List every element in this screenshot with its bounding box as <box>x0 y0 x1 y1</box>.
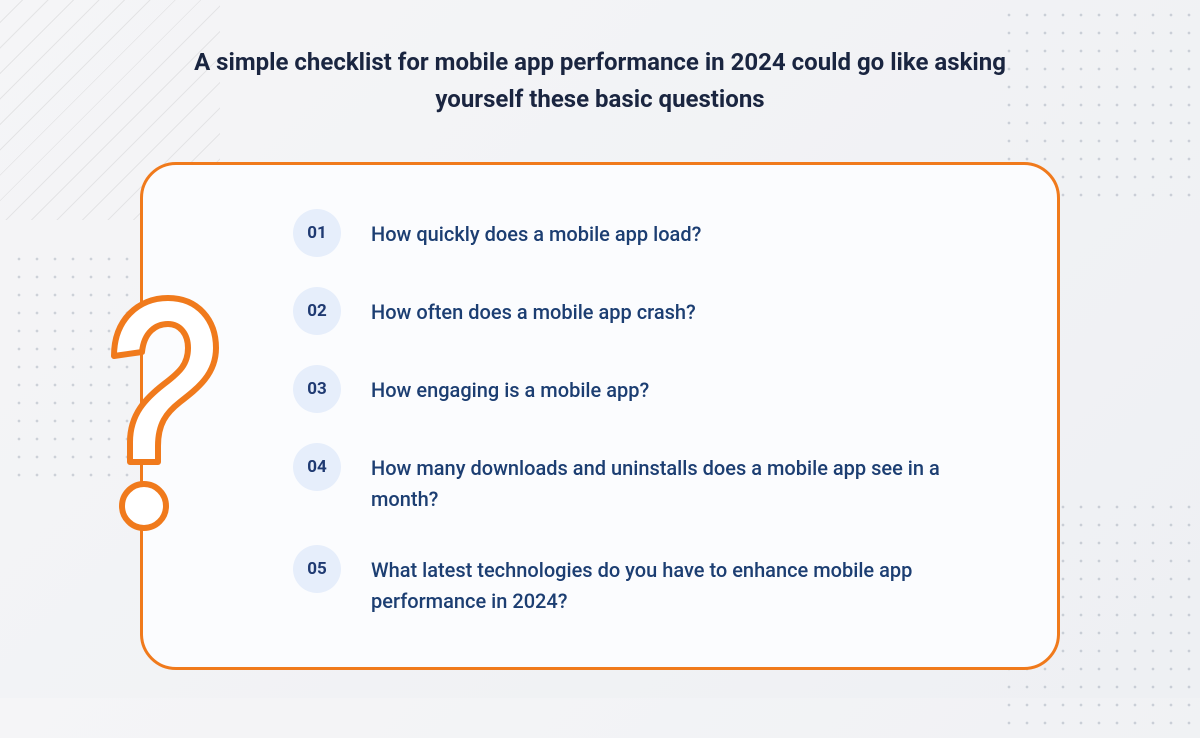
list-item: 03 How engaging is a mobile app? <box>293 371 997 413</box>
item-number-badge: 01 <box>293 209 341 257</box>
list-item: 04 How many downloads and uninstalls doe… <box>293 449 997 515</box>
list-item: 02 How often does a mobile app crash? <box>293 293 997 335</box>
list-item: 05 What latest technologies do you have … <box>293 551 997 617</box>
item-text: How often does a mobile app crash? <box>371 293 696 328</box>
item-text: How engaging is a mobile app? <box>371 371 649 406</box>
item-text: How quickly does a mobile app load? <box>371 215 701 250</box>
page-container: A simple checklist for mobile app perfor… <box>0 0 1200 670</box>
checklist-card: 01 How quickly does a mobile app load? 0… <box>140 162 1060 670</box>
item-number-badge: 02 <box>293 287 341 335</box>
question-mark-icon <box>76 274 236 558</box>
list-item: 01 How quickly does a mobile app load? <box>293 215 997 257</box>
item-number-badge: 04 <box>293 443 341 491</box>
item-text: What latest technologies do you have to … <box>371 551 997 617</box>
page-title: A simple checklist for mobile app perfor… <box>170 44 1030 118</box>
item-text: How many downloads and uninstalls does a… <box>371 449 997 515</box>
item-number-badge: 05 <box>293 545 341 593</box>
item-number-badge: 03 <box>293 365 341 413</box>
card-wrapper: 01 How quickly does a mobile app load? 0… <box>140 162 1060 670</box>
question-mark-icon-svg <box>76 274 236 554</box>
